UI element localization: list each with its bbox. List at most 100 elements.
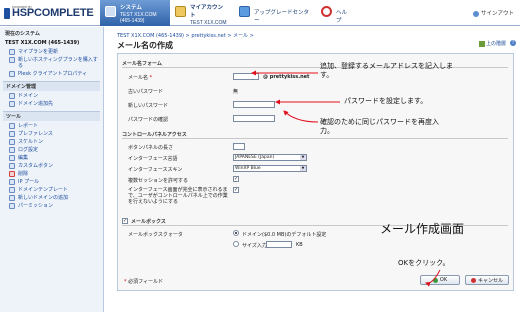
mailbox-checkbox[interactable]: ✓ [122,218,128,224]
sidebar-item-preferences[interactable]: プレファレンス [0,130,103,138]
language-value: JAPANESE (Japan) [235,155,275,160]
interface-skin-select[interactable]: WinXP Blue ▼ [233,165,307,172]
sidebar-header: 現在のシステム [5,31,40,37]
ok-icon [432,277,438,283]
logout-link[interactable]: サインアウト [472,9,514,17]
mailbox-quota-label: メールボックスクォータ [128,232,183,238]
quota-size-radio[interactable] [233,241,239,247]
account-icon [175,6,186,17]
edit-icon [9,155,15,161]
annotation-click-ok: OKをクリック。 [398,259,450,267]
tab-system-sub: TEST X1X.COM (465-1439) [120,12,157,24]
sidebar-item-label: レポート [18,123,39,129]
quota-size-label: サイズ入力 [242,243,267,249]
tab-help-label: ヘルプ [336,10,348,24]
annotation-screen-title: メール作成画面 [380,222,465,236]
cancel-button[interactable]: キャンセル [465,275,509,285]
sidebar-item-buy-plan[interactable]: 新しいホスティングプランを購入する [0,56,103,70]
ok-button[interactable]: OK [420,275,460,285]
logout-label: サインアウト [480,11,514,17]
sidebar-item-label: ドメイン追加先 [18,101,54,107]
sidebar-item-plesk-properties[interactable]: Plesk クライアントプロパティ [0,70,103,78]
sidebar-item-edit[interactable]: 編集 [0,154,103,162]
mail-domain-suffix: @ prettykiss.net [263,74,310,80]
sidebar-item-reports[interactable]: レポート [0,122,103,130]
sidebar-item-permissions[interactable]: パーミッション [0,202,103,210]
sidebar-item-skeleton[interactable]: スケルトン [0,138,103,146]
sidebar-item-domains[interactable]: ドメイン [0,92,103,100]
cart-icon [9,57,15,63]
up-level-link[interactable]: 上の階層 [478,40,506,47]
cancel-label: キャンセル [477,277,503,284]
multi-session-checkbox[interactable]: ✓ [233,176,239,182]
sidebar-item-label: カスタムボタン [18,163,54,169]
annotation-password: パスワードを設定します。 [344,97,428,105]
prevent-work-checkbox[interactable]: ✓ [233,187,239,193]
prevent-work-label: インターフェース画面が完全に表示されるまで、ユーザがコントロールパネル上での作業… [128,187,228,205]
mailbox-section-title: メールボックス [131,219,166,225]
sidebar-section-tools: ツール [3,111,100,121]
sidebar-item-label: スケルトン [18,139,44,145]
sidebar-item-custom-buttons[interactable]: カスタムボタン [0,162,103,170]
chevron-down-icon: ▼ [300,166,306,171]
page-title: メール名の作成 [117,41,173,50]
sidebar: 現在のシステム TEST X1X.COM (465-1439) マイプランを更新… [0,27,104,312]
properties-icon [9,71,15,77]
template-icon [9,187,15,193]
help-icon[interactable]: ? [510,40,516,46]
interface-language-select[interactable]: JAPANESE (Japan) ▼ [233,154,307,161]
sidebar-item-label: 新しいドメインの追加 [18,195,69,201]
mail-name-label: メール名 * [128,74,152,81]
top-tabs: システム TEST X1X.COM (465-1439) マイアカウント TES… [100,0,356,26]
multi-session-label: 複数セッションを許可する [128,178,189,184]
tab-upgrade-label: アップグレードセンター [254,10,310,24]
globe-add-icon [9,101,15,107]
tab-upgrade-center[interactable]: アップグレードセンター [234,0,316,26]
quota-default-radio[interactable] [233,230,239,236]
cancel-icon [470,277,476,283]
confirm-password-input[interactable] [233,115,275,122]
sidebar-item-domain-add[interactable]: ドメイン追加先 [0,100,103,108]
ok-label: OK [439,277,448,283]
quota-size-input[interactable] [266,241,292,248]
up-level-label: 上の階層 [485,41,506,47]
tab-my-account[interactable]: マイアカウント TEST X1X.COM [170,0,234,26]
sidebar-item-log-settings[interactable]: ログ設定 [0,146,103,154]
delete-icon [9,171,15,177]
quota-unit: KB [296,242,303,248]
sidebar-item-label: IP プール [18,179,40,185]
sidebar-item-ip-pool[interactable]: IP プール [0,178,103,186]
mail-form-section-title: メール名フォーム [122,61,162,67]
mail-name-input[interactable] [233,73,259,80]
divider [122,138,508,139]
button-icon [9,163,15,169]
top-bar: POWERED BY HSPCOMPLETE システム TEST X1X.COM… [0,0,520,26]
tab-help[interactable]: ヘルプ [316,0,356,26]
chevron-down-icon: ▼ [300,155,306,160]
globe-icon [9,93,15,99]
breadcrumb[interactable]: TEST X1X.COM (465-1439) > prettykiss.net… [117,32,254,39]
sidebar-item-delete[interactable]: 削除 [0,170,103,178]
sidebar-item-domain-templates[interactable]: ドメインテンプレート [0,186,103,194]
new-password-input[interactable] [233,101,275,108]
sidebar-item-label: 編集 [18,155,29,161]
interface-skin-label: インターフェーススキン [128,167,183,173]
button-panel-length-input[interactable] [233,143,245,150]
confirm-password-label: パスワードの確認 [128,117,169,123]
button-panel-length-label: ボタンパネルの長さ [128,145,174,151]
help-lifebuoy-icon [321,6,332,17]
mail-name-label-text: メール名 [128,75,149,81]
tab-system[interactable]: システム TEST X1X.COM (465-1439) [100,0,170,26]
required-note-text: 必須フィールド [128,279,163,285]
sidebar-item-add-new-domain[interactable]: 新しいドメインの追加 [0,194,103,202]
skin-value: WinXP Blue [235,166,261,171]
log-icon [9,147,15,153]
tab-my-account-title: マイアカウント [190,5,224,19]
logo: POWERED BY HSPCOMPLETE [4,5,94,20]
sidebar-item-update-plan[interactable]: マイプランを更新 [0,48,103,56]
sidebar-item-label: 新しいホスティングプランを購入する [18,57,98,69]
ip-pool-icon [9,179,15,185]
interface-language-label: インターフェース言語 [128,156,178,162]
sidebar-item-label: ログ設定 [18,147,39,153]
logo-subtext: POWERED BY [12,5,33,9]
